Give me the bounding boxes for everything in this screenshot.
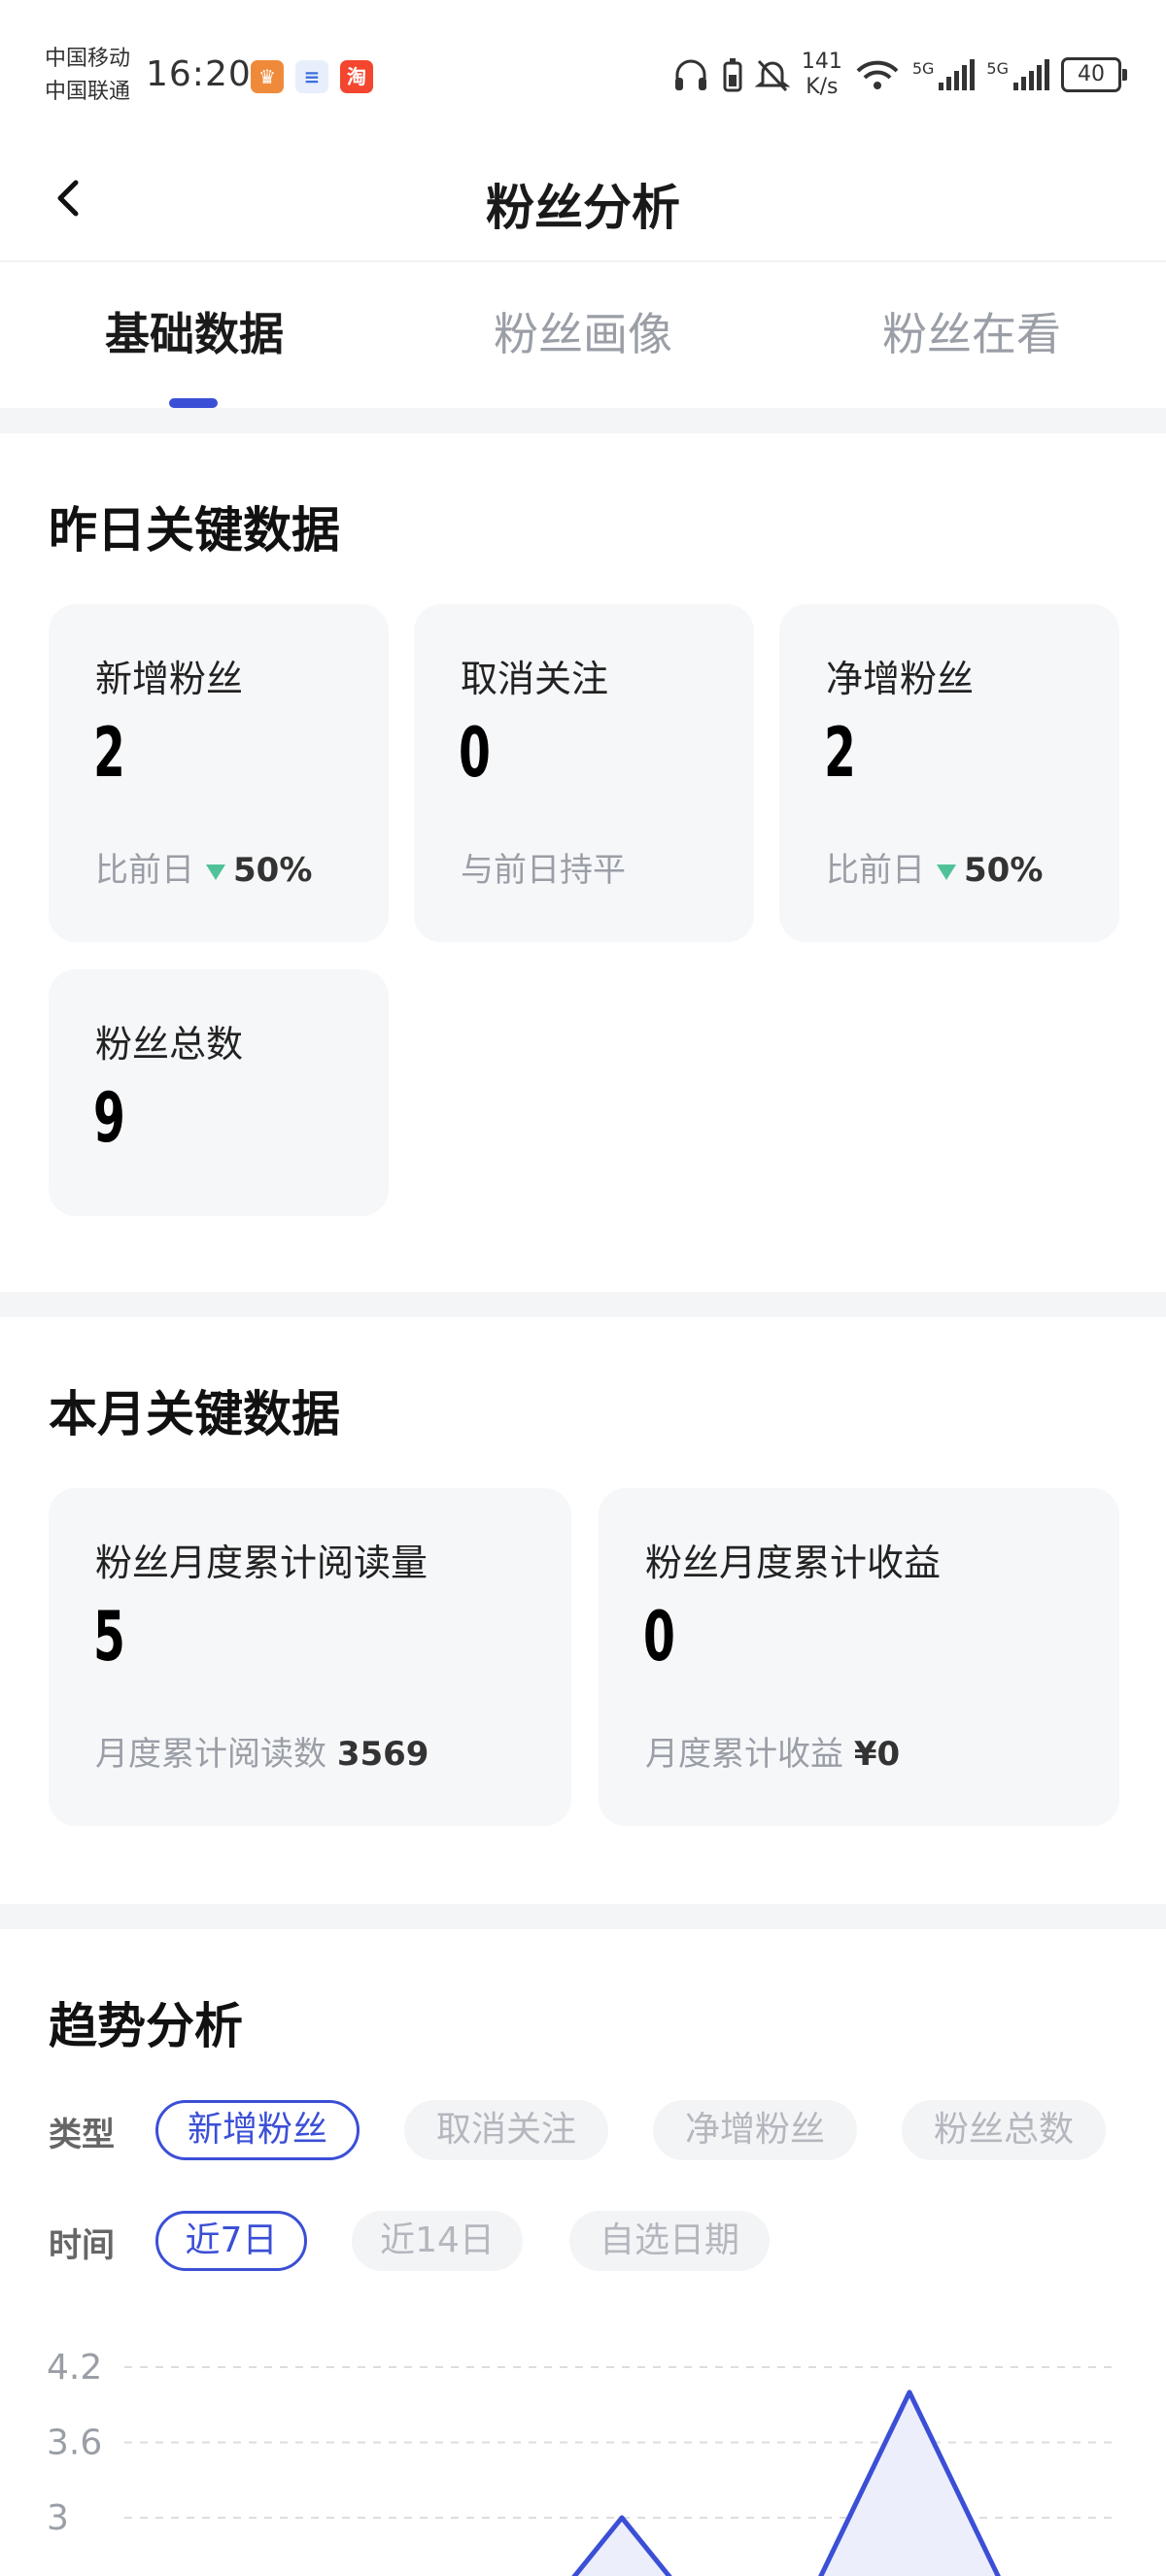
card-compare: 月度累计阅读数 3569 [95, 1735, 429, 1774]
filter-label-time: 时间 [49, 2226, 115, 2265]
carrier-names: 中国移动 中国联通 [45, 43, 130, 109]
taobao-app-icon: 淘 [340, 60, 373, 93]
chip-type-new-fans[interactable]: 新增粉丝 [155, 2100, 360, 2160]
carrier-1: 中国移动 [45, 47, 131, 71]
y-tick-label: 3 [47, 2498, 69, 2538]
card-value: 2 [93, 713, 125, 793]
chip-time-7-days[interactable]: 近7日 [155, 2211, 307, 2271]
section-title-yesterday: 昨日关键数据 [49, 502, 340, 559]
card-label: 新增粉丝 [95, 658, 244, 700]
chip-type-unfollow[interactable]: 取消关注 [404, 2100, 608, 2160]
y-tick-label: 4.2 [47, 2348, 102, 2388]
card-label: 取消关注 [461, 658, 609, 700]
status-icons: 141 K/s 5G 5G 40 [671, 49, 1127, 101]
status-time: 16:20 [146, 54, 252, 94]
blue-app-icon: ≡ [295, 60, 328, 93]
card-value: 2 [824, 713, 856, 793]
card-label: 粉丝月度累计收益 [645, 1542, 942, 1584]
tab-fan-profile[interactable]: 粉丝画像 [389, 299, 777, 363]
card-compare: 与前日持平 [461, 851, 626, 890]
card-monthly-income[interactable]: 粉丝月度累计收益 0 月度累计收益 ¥0 [599, 1488, 1119, 1826]
signal-icon: 5G [986, 59, 1049, 90]
card-new-fans[interactable]: 新增粉丝 2 比前日 50% [49, 604, 389, 942]
card-net-fans[interactable]: 净增粉丝 2 比前日 50% [779, 604, 1119, 942]
section-title-month: 本月关键数据 [49, 1386, 340, 1442]
chip-type-total-fans[interactable]: 粉丝总数 [902, 2100, 1106, 2160]
tab-fan-watching[interactable]: 粉丝在看 [777, 299, 1166, 363]
tab-bar: 基础数据 粉丝画像 粉丝在看 [0, 262, 1166, 408]
section-title-trend: 趋势分析 [49, 1998, 243, 2054]
signal-icon: 5G [912, 59, 976, 90]
card-monthly-reads[interactable]: 粉丝月度累计阅读量 5 月度累计阅读数 3569 [49, 1488, 571, 1826]
battery-icon: 40 [1061, 57, 1127, 92]
battery-saver-icon [723, 58, 742, 92]
section-divider [0, 1292, 1166, 1317]
chip-type-net-fans[interactable]: 净增粉丝 [653, 2100, 857, 2160]
status-bar: 中国移动 中国联通 16:20 ♛ ≡ 淘 141 K/s 5G 5G 40 [0, 0, 1166, 136]
card-label: 粉丝月度累计阅读量 [95, 1542, 429, 1584]
card-value: 9 [93, 1078, 125, 1158]
chip-time-14-days[interactable]: 近14日 [352, 2211, 523, 2271]
net-speed: 141 K/s [801, 50, 842, 99]
mute-icon [754, 59, 790, 92]
nav-bar: 粉丝分析 [0, 136, 1166, 262]
tab-indicator [169, 398, 218, 408]
card-label: 净增粉丝 [826, 658, 975, 700]
carrier-2: 中国联通 [45, 80, 131, 104]
trend-down-icon [206, 864, 225, 880]
card-value: 0 [459, 713, 491, 793]
wifi-icon [856, 60, 899, 89]
card-total-fans[interactable]: 粉丝总数 9 [49, 969, 389, 1216]
chip-time-custom[interactable]: 自选日期 [569, 2211, 770, 2271]
card-label: 粉丝总数 [95, 1023, 244, 1066]
card-value: 5 [93, 1597, 125, 1677]
card-compare: 比前日 50% [826, 851, 1044, 890]
trend-down-icon [937, 864, 956, 880]
card-compare: 月度累计收益 ¥0 [645, 1735, 901, 1774]
area-fill [820, 2391, 999, 2576]
card-value: 0 [643, 1597, 675, 1677]
filter-label-type: 类型 [49, 2116, 115, 2154]
tab-basic-data[interactable]: 基础数据 [0, 299, 389, 363]
page-title: 粉丝分析 [486, 180, 680, 236]
section-divider [0, 408, 1166, 433]
crown-app-icon: ♛ [251, 60, 284, 93]
card-unfollow[interactable]: 取消关注 0 与前日持平 [414, 604, 754, 942]
section-divider [0, 1904, 1166, 1929]
y-tick-label: 3.6 [47, 2423, 102, 2463]
trend-chart: 4.2 3.6 3 [47, 2348, 1117, 2576]
headphones-icon [674, 59, 706, 90]
card-compare: 比前日 50% [95, 851, 313, 890]
